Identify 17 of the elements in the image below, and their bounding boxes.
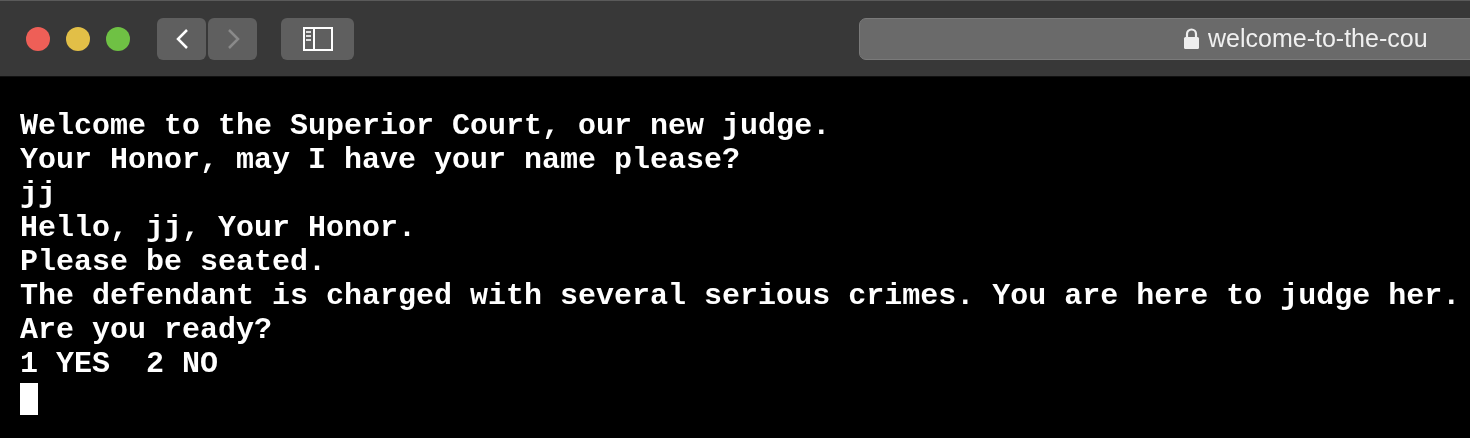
terminal-line: The defendant is charged with several serious crimes. You are here to judge her. bbox=[20, 279, 1461, 313]
url-text: welcome-to-the-cou bbox=[1208, 22, 1428, 54]
zoom-button[interactable] bbox=[106, 26, 130, 51]
terminal-line: Hello, jj, Your Honor. bbox=[20, 211, 417, 245]
forward-button[interactable] bbox=[208, 17, 257, 60]
close-button[interactable] bbox=[26, 26, 50, 51]
terminal-line: Welcome to the Superior Court, our new judge. bbox=[20, 109, 831, 143]
terminal-line: 1 YES 2 NO bbox=[20, 347, 219, 381]
sidebar-icon bbox=[302, 26, 333, 51]
minimize-button[interactable] bbox=[66, 26, 90, 51]
terminal-line: Please be seated. bbox=[20, 245, 327, 279]
terminal-line: Your Honor, may I have your name please? bbox=[20, 143, 741, 177]
back-button[interactable] bbox=[157, 17, 206, 60]
address-field[interactable]: welcome-to-the-cou bbox=[859, 17, 1470, 60]
terminal-line: jj bbox=[20, 177, 56, 211]
sidebar-button[interactable] bbox=[281, 17, 354, 60]
terminal-line: Are you ready? bbox=[20, 313, 273, 347]
